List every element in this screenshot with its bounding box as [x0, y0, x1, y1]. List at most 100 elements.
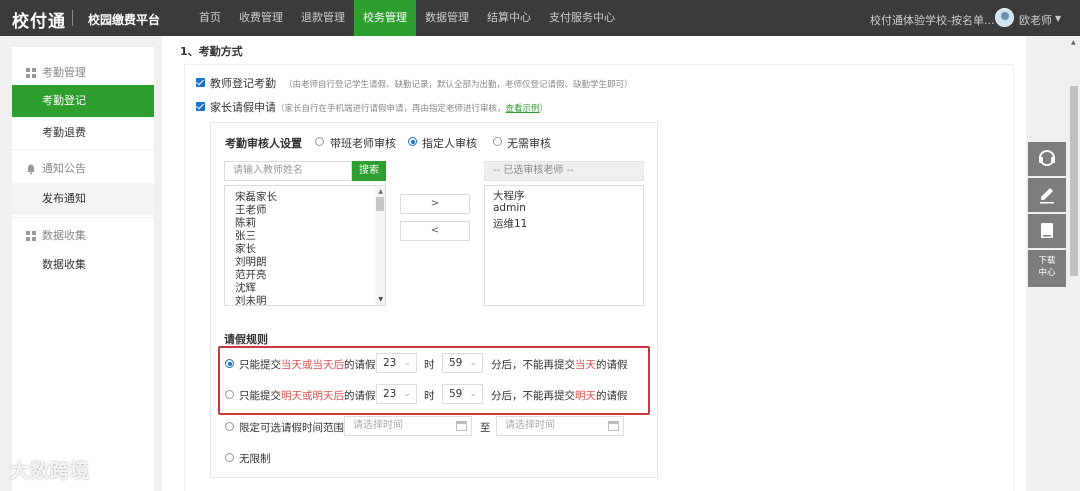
sidebar-group-label: 通知公告 — [42, 162, 86, 175]
view-example-link[interactable]: 查看示例 — [506, 104, 540, 114]
scroll-down-icon[interactable]: ▼ — [378, 296, 383, 303]
sidebar-group-label: 数据收集 — [42, 229, 86, 242]
radio-class-teacher-label[interactable]: 带班老师审核 — [330, 135, 396, 151]
bell-icon — [27, 164, 35, 174]
rule1-minute-value: 59 — [449, 357, 463, 369]
list-item[interactable]: 运维11 — [493, 216, 527, 231]
nav-settlement-center[interactable]: 结算中心 — [478, 0, 540, 36]
search-button[interactable]: 搜索 — [352, 161, 386, 181]
rule2-text-e: 的请假 — [596, 390, 628, 402]
scroll-thumb[interactable] — [1070, 86, 1078, 276]
selected-reviewers-header: -- 已选审核老师 -- — [484, 161, 644, 181]
center-label: 中心 — [1038, 268, 1056, 278]
nav-refund-management[interactable]: 退款管理 — [292, 0, 354, 36]
grid-icon — [26, 231, 36, 241]
teacher-register-desc: （由老师自行登记学生请假、缺勤记录，默认全部为出勤，老师仅登记请假、缺勤学生即可… — [284, 80, 633, 90]
app-logo[interactable]: 校付通 — [12, 7, 66, 32]
nav-home[interactable]: 首页 — [190, 0, 230, 36]
parent-request-desc-end: ） — [539, 104, 549, 114]
rule2-text-a: 只能提交 — [239, 390, 281, 402]
rule2-minute-select[interactable]: 59 ⌄ — [442, 384, 483, 404]
list-item[interactable]: admin — [493, 202, 526, 214]
radio-designated[interactable] — [408, 137, 417, 146]
rule2-hour-unit: 时 — [424, 390, 435, 402]
teacher-search-input[interactable]: 请输入教师姓名 — [224, 161, 352, 181]
list-item[interactable]: 刘未明 — [235, 293, 267, 305]
chevron-down-icon: ⌄ — [469, 358, 477, 368]
move-right-button[interactable]: > — [400, 194, 470, 214]
parent-request-desc: （家长自行在手机端进行请假申请，再由指定老师进行审核，查看示例） — [276, 102, 548, 114]
grid-icon — [26, 68, 36, 78]
rule1-hour-select[interactable]: 23 ⌄ — [376, 353, 417, 373]
radio-designated-label[interactable]: 指定人审核 — [422, 135, 477, 151]
rule2-radio[interactable] — [225, 390, 234, 399]
rule2-tail-text: 分后，不能再提交明天的请假 — [491, 388, 628, 403]
end-date-input[interactable]: 请选择时间 — [496, 416, 624, 436]
sidebar-item-attendance-register[interactable]: 考勤登记 — [12, 85, 154, 117]
sidebar-item-data-collection[interactable]: 数据收集 — [12, 249, 154, 281]
scroll-up-icon[interactable]: ▲ — [378, 188, 383, 195]
sidebar-divider — [12, 149, 154, 150]
chevron-down-icon[interactable]: ▼ — [1055, 14, 1061, 23]
rule2-text-d: 明天 — [575, 390, 596, 402]
sidebar-item-attendance-refund[interactable]: 考勤退费 — [12, 117, 154, 149]
rule4-label: 无限制 — [239, 453, 271, 465]
list-scrollbar[interactable]: ▲ ▼ — [375, 186, 385, 305]
book-icon — [1041, 223, 1053, 238]
page-scrollbar[interactable]: ▲ — [1068, 36, 1080, 491]
main-content: 1、考勤方式 教师登记考勤 （由老师自行登记学生请假、缺勤记录，默认全部为出勤，… — [162, 36, 1026, 491]
rule1-text-e: 的请假 — [596, 359, 628, 371]
calendar-icon[interactable] — [456, 421, 467, 431]
rule1-text-a: 只能提交 — [239, 359, 281, 371]
start-date-input[interactable]: 请选择时间 — [344, 416, 472, 436]
list-item[interactable]: 大程序 — [493, 188, 525, 203]
selected-reviewer-list[interactable]: 大程序 admin 运维11 — [484, 185, 644, 306]
top-bar: 校付通 校园缴费平台 首页 收费管理 退款管理 校务管理 数据管理 结算中心 支… — [0, 0, 1080, 36]
nav-school-affairs[interactable]: 校务管理 — [354, 0, 416, 36]
nav-data-management[interactable]: 数据管理 — [416, 0, 478, 36]
school-selector[interactable]: 校付通体验学校-按名单... — [870, 12, 994, 28]
parent-request-checkbox[interactable] — [196, 102, 205, 111]
nav-fee-management[interactable]: 收费管理 — [230, 0, 292, 36]
download-center-button[interactable]: 下载 中心 — [1028, 250, 1066, 287]
headset-icon — [1039, 150, 1055, 166]
logo-divider — [72, 10, 73, 26]
watermark: 大数跨境 — [10, 456, 90, 483]
rule4-radio[interactable] — [225, 453, 234, 462]
section-title: 1、考勤方式 — [180, 45, 243, 58]
rule1-text-b: 当天或当天后 — [281, 359, 344, 371]
rule1-radio[interactable] — [225, 359, 234, 368]
rule3-radio[interactable] — [225, 422, 234, 431]
teacher-register-checkbox[interactable] — [196, 78, 205, 87]
calendar-icon[interactable] — [608, 421, 619, 431]
main-nav: 首页 收费管理 退款管理 校务管理 数据管理 结算中心 支付服务中心 — [190, 0, 624, 36]
teacher-register-label: 教师登记考勤 — [210, 77, 276, 90]
rule1-minute-select[interactable]: 59 ⌄ — [442, 353, 483, 373]
platform-name: 校园缴费平台 — [88, 13, 161, 27]
sidebar-item-publish-notice[interactable]: 发布通知 — [12, 183, 154, 215]
pencil-icon — [1040, 188, 1054, 204]
radio-class-teacher[interactable] — [315, 137, 324, 146]
reviewer-title: 考勤审核人设置 — [225, 137, 302, 150]
manual-button[interactable] — [1028, 214, 1066, 248]
sidebar-group-notice[interactable]: 通知公告 — [12, 151, 154, 187]
scroll-thumb[interactable] — [376, 197, 384, 211]
avatar[interactable] — [995, 8, 1014, 27]
radio-no-review-label[interactable]: 无需审核 — [507, 135, 551, 151]
candidate-list[interactable]: 宋磊家长 王老师 陈莉 张三 家长 刘明朗 范开亮 沈辉 刘未明 ▲ ▼ — [224, 185, 386, 306]
radio-no-review[interactable] — [493, 137, 502, 146]
chevron-down-icon: ⌄ — [403, 358, 411, 368]
rule2-text-t2: 分后，不能再提交 — [491, 390, 575, 402]
scroll-up-icon[interactable]: ▲ — [1071, 39, 1076, 46]
rule2-hour-select[interactable]: 23 ⌄ — [376, 384, 417, 404]
rule1-hour-value: 23 — [383, 357, 397, 369]
customer-service-button[interactable] — [1028, 142, 1066, 176]
leave-rules-title: 请假规则 — [224, 333, 268, 346]
parent-request-desc-text: （家长自行在手机端进行请假申请，再由指定老师进行审核， — [276, 104, 506, 114]
rule3-label: 限定可选请假时间范围 — [239, 422, 344, 434]
move-left-button[interactable]: < — [400, 221, 470, 241]
user-name[interactable]: 欧老师 — [1019, 12, 1052, 28]
edit-button[interactable] — [1028, 178, 1066, 212]
rule1-text-t2: 分后，不能再提交 — [491, 359, 575, 371]
nav-payment-service[interactable]: 支付服务中心 — [540, 0, 624, 36]
